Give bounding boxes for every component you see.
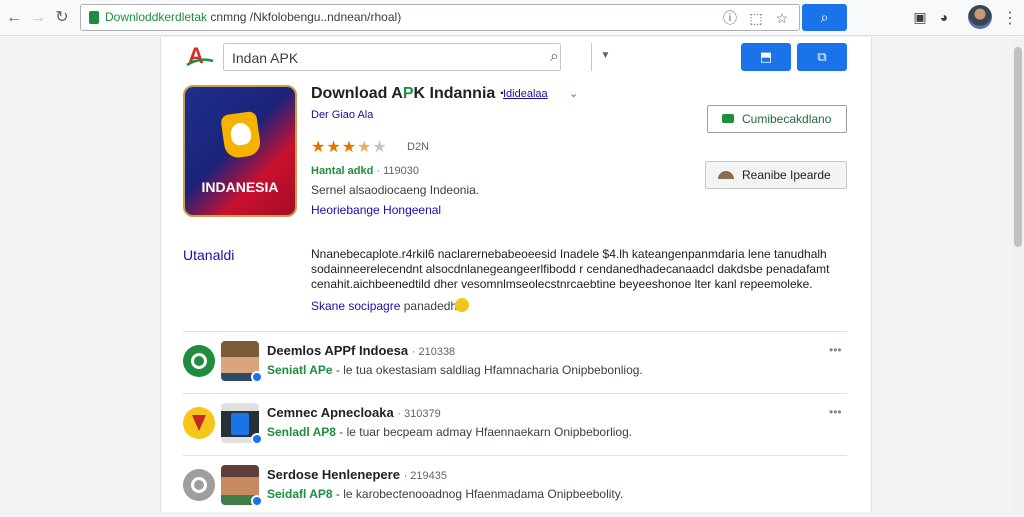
app-meta-line: Sernel alsaodiocaeng Indeonia. xyxy=(311,183,480,197)
list-item-title[interactable]: Deemlos APPf Indoesa · 210338 xyxy=(267,343,455,358)
app-icon: INDANESIA xyxy=(183,85,297,217)
rating-count: D2N xyxy=(407,141,430,153)
info-icon[interactable]: ⓘ xyxy=(721,9,739,27)
browser-toolbar: ← → ↻ Downloddkerdletak cnmng /Nkfoloben… xyxy=(0,0,1024,36)
back-arrow-icon[interactable]: ← xyxy=(4,8,24,28)
site-search[interactable]: Indan APK ⌕ xyxy=(223,43,561,71)
search-input[interactable]: Indan APK xyxy=(232,50,298,66)
list-item[interactable]: Serdose Henlenepere · 219435 Seidafl AP8… xyxy=(183,461,847,517)
reload-icon[interactable]: ↻ xyxy=(52,8,72,28)
page-content: A Indan APK ⌕ ▼ ⬒ ⧉ INDANESIA Download A… xyxy=(160,37,872,512)
list-item-title[interactable]: Serdose Henlenepere · 219435 xyxy=(267,467,447,482)
extension-icon[interactable]: ▣ xyxy=(912,9,928,25)
list-item[interactable]: Deemlos APPf Indoesa · 210338 Seniatl AP… xyxy=(183,337,847,393)
list-item-title[interactable]: Cemnec Apnecloaka · 310379 xyxy=(267,405,441,420)
download-header-button[interactable]: ⬒ xyxy=(741,43,791,71)
url-text[interactable]: Downloddkerdletak cnmng /Nkfolobengu..nd… xyxy=(105,10,401,24)
magnifier-icon[interactable]: ⌕ xyxy=(550,48,559,66)
subtitle-link[interactable]: Der Giao Ala xyxy=(311,109,373,121)
search-icon[interactable]: ⌕ xyxy=(802,4,847,31)
smile-icon xyxy=(455,298,469,312)
site-logo-icon[interactable]: A xyxy=(185,43,215,69)
badge-icon xyxy=(251,371,263,383)
app-meta: Hantal adkd · 119030 xyxy=(311,165,420,177)
hat-icon xyxy=(718,171,734,179)
security-lock-icon xyxy=(89,11,99,24)
chevron-down-icon[interactable]: ▼ xyxy=(591,43,619,71)
list-item-subtitle: Seniatl APe - le tua okestasiam saldliag… xyxy=(267,363,643,377)
star-half-icon: ★ xyxy=(357,139,373,156)
list-item-subtitle: Senladl AP8 - le tuar becpeam admay Hfae… xyxy=(267,425,633,439)
app-icon-green xyxy=(183,345,215,377)
read-more-link[interactable]: Skane socipagre panadedh xyxy=(311,299,457,313)
developer-link[interactable]: Ididealaa xyxy=(503,88,548,100)
star-icon[interactable]: ☆ xyxy=(773,9,791,27)
star-icon: ★ xyxy=(311,139,327,156)
divider xyxy=(183,455,847,456)
scrollbar[interactable] xyxy=(1012,37,1024,512)
menu-dots-icon[interactable]: ⋮ xyxy=(1002,8,1018,28)
share-icon: ⧉ xyxy=(817,49,827,64)
description-text: Nnanebecaplote.r4rkil6 naclarernebabeoee… xyxy=(311,247,830,291)
scrollbar-thumb[interactable] xyxy=(1014,47,1022,247)
secondary-button[interactable]: Reanibe Ipearde xyxy=(705,161,847,189)
clock-icon[interactable]: ◕ xyxy=(936,9,952,25)
list-item-subtitle: Seidafl AP8 - le karobectenooadnog Hfaen… xyxy=(267,487,624,501)
app-icon-gray xyxy=(183,469,215,501)
app-icon-shield xyxy=(183,407,215,439)
install-icon xyxy=(722,114,734,123)
address-bar[interactable]: Downloddkerdletak cnmng /Nkfolobengu..nd… xyxy=(80,4,800,31)
profile-avatar[interactable] xyxy=(968,5,992,29)
app-meta-link[interactable]: Heoriebange Hongeenal xyxy=(311,203,441,217)
list-item[interactable]: Cemnec Apnecloaka · 310379 Senladl AP8 -… xyxy=(183,399,847,455)
bookmark-icon[interactable]: ⬚ xyxy=(747,9,765,27)
install-button[interactable]: Cumibecakdlano xyxy=(707,105,847,133)
divider xyxy=(183,393,847,394)
page-title: Download APK Indannia · xyxy=(311,85,506,102)
description-heading: Utanaldi xyxy=(183,247,235,263)
app-icon-label: INDANESIA xyxy=(201,179,279,195)
star-icon: ★ xyxy=(326,139,342,156)
more-options-icon[interactable]: ••• xyxy=(829,405,842,419)
badge-icon xyxy=(251,495,263,507)
badge-icon xyxy=(251,433,263,445)
chevron-down-icon[interactable]: ⌄ xyxy=(569,87,578,100)
forward-arrow-icon[interactable]: → xyxy=(28,8,48,28)
rating-stars: ★★★★★ xyxy=(311,137,388,157)
share-header-button[interactable]: ⧉ xyxy=(797,43,847,71)
star-icon: ★ xyxy=(341,139,358,156)
store-icon: ⬒ xyxy=(759,49,773,64)
more-options-icon[interactable]: ••• xyxy=(829,343,842,357)
divider xyxy=(183,331,847,332)
star-empty-icon: ★ xyxy=(372,139,388,156)
app-mascot-icon xyxy=(220,110,262,160)
